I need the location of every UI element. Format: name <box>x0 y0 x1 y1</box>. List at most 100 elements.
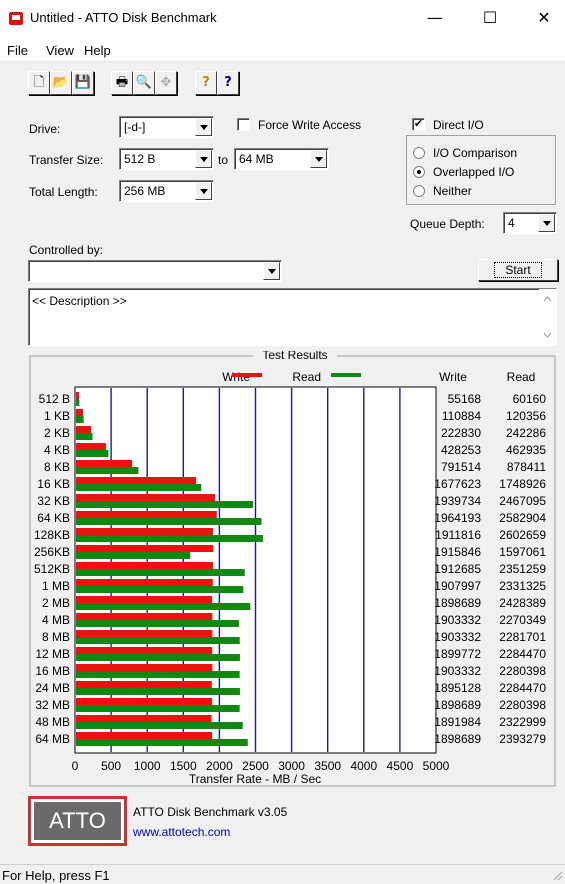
transfer-from-select[interactable]: 512 B <box>119 148 214 170</box>
dropdown-arrow-icon[interactable] <box>195 182 212 200</box>
category-label: 16 MB <box>35 664 70 678</box>
version-text: ATTO Disk Benchmark v3.05 <box>133 805 288 819</box>
read-bar <box>76 552 191 559</box>
context-help-icon[interactable]: ? <box>217 71 239 95</box>
write-bar <box>76 426 92 433</box>
write-value: 1915846 <box>434 545 481 559</box>
controlled-by-select[interactable] <box>28 260 282 282</box>
direct-io-checkbox[interactable]: ✔ <box>412 118 425 131</box>
read-value: 2322999 <box>499 715 546 729</box>
move-icon[interactable]: ✥ <box>155 71 177 95</box>
read-value: 120356 <box>506 409 546 423</box>
x-tick-label: 500 <box>101 759 121 773</box>
x-tick-label: 1000 <box>134 759 161 773</box>
category-label: 512 B <box>39 392 70 406</box>
direct-io-label: Direct I/O <box>433 118 484 132</box>
results-panel: Test Results Write Read Write Read 512 B… <box>28 348 557 789</box>
x-tick-label: 1500 <box>170 759 197 773</box>
new-file-icon[interactable]: 🗋 <box>28 71 50 95</box>
x-tick-label: 4500 <box>387 759 414 773</box>
total-length-select[interactable]: 256 MB <box>119 180 214 202</box>
dropdown-arrow-icon[interactable] <box>195 118 212 136</box>
transfer-to-select[interactable]: 64 MB <box>234 148 329 170</box>
category-label: 48 MB <box>35 715 70 729</box>
read-bar <box>76 688 240 695</box>
scroll-arrows-icon <box>543 296 552 338</box>
description-scrollbar[interactable] <box>539 289 556 345</box>
read-bar <box>76 501 254 508</box>
overlapped-io-label: Overlapped I/O <box>433 165 515 179</box>
dropdown-arrow-icon[interactable] <box>538 214 555 232</box>
menu-view[interactable]: View <box>46 43 74 58</box>
read-bar <box>76 416 84 423</box>
maximize-button[interactable]: ☐ <box>470 6 510 30</box>
read-bar <box>76 399 80 406</box>
write-value: 1898689 <box>434 596 481 610</box>
write-value: 1891984 <box>434 715 481 729</box>
transfer-to-value: 64 MB <box>239 152 274 166</box>
read-value: 2331325 <box>499 579 546 593</box>
drive-label: Drive: <box>29 122 61 136</box>
to-label: to <box>218 153 229 167</box>
read-bar <box>76 620 239 627</box>
category-label: 16 KB <box>37 477 70 491</box>
overlapped-io-radio[interactable] <box>413 166 425 178</box>
write-bar <box>76 528 214 535</box>
dropdown-arrow-icon[interactable] <box>263 262 280 280</box>
write-bar <box>76 392 79 399</box>
write-bar <box>76 494 216 501</box>
read-value: 2280398 <box>499 698 546 712</box>
print-icon[interactable]: 🖶 <box>111 71 133 95</box>
write-value: 1907997 <box>434 579 481 593</box>
menu-file[interactable]: File <box>7 43 28 58</box>
legend-write-swatch <box>232 373 262 377</box>
about-icon[interactable]: ? <box>195 71 217 95</box>
force-write-label: Force Write Access <box>258 118 362 132</box>
x-tick-label: 2000 <box>206 759 233 773</box>
read-bar <box>76 450 109 457</box>
minimize-button[interactable]: — <box>415 6 455 30</box>
print-preview-icon[interactable]: 🔍 <box>133 71 155 95</box>
close-button[interactable]: ✕ <box>524 6 564 30</box>
write-column-header: Write <box>439 370 467 384</box>
read-value: 2284470 <box>499 647 546 661</box>
results-chart: Test Results Write Read Write Read 512 B… <box>29 348 556 787</box>
write-bar <box>76 409 84 416</box>
write-value: 428253 <box>441 443 481 457</box>
atto-logo: ATTO <box>28 796 127 846</box>
website-link[interactable]: www.attotech.com <box>133 825 230 839</box>
queue-depth-select[interactable]: 4 <box>503 212 557 234</box>
category-label: 128KB <box>34 528 70 542</box>
dropdown-arrow-icon[interactable] <box>310 150 327 168</box>
write-bar <box>76 613 213 620</box>
save-icon[interactable]: 💾 <box>72 71 94 95</box>
io-comparison-radio[interactable] <box>413 147 425 159</box>
force-write-checkbox[interactable] <box>237 118 250 131</box>
start-button[interactable]: Start <box>478 259 558 281</box>
write-value: 222830 <box>441 426 481 440</box>
resize-grip-icon[interactable] <box>551 869 563 881</box>
drive-value: [-d-] <box>124 120 146 134</box>
category-label: 8 MB <box>42 630 70 644</box>
read-value: 462935 <box>506 443 546 457</box>
title-bar: Untitled - ATTO Disk Benchmark — ☐ ✕ <box>0 0 565 36</box>
category-label: 64 MB <box>35 732 70 746</box>
read-value: 2270349 <box>499 613 546 627</box>
x-tick-label: 4000 <box>350 759 377 773</box>
read-bar <box>76 722 243 729</box>
category-label: 12 MB <box>35 647 70 661</box>
read-bar <box>76 535 263 542</box>
drive-select[interactable]: [-d-] <box>119 116 214 138</box>
transfer-from-value: 512 B <box>124 152 156 166</box>
neither-radio[interactable] <box>413 185 425 197</box>
write-value: 1964193 <box>434 511 481 525</box>
description-box[interactable]: << Description >> <box>28 288 557 346</box>
read-bar <box>76 671 240 678</box>
open-folder-icon[interactable]: 📂 <box>50 71 72 95</box>
write-value: 1895128 <box>434 681 481 695</box>
read-bar <box>76 569 245 576</box>
io-comparison-label: I/O Comparison <box>433 146 518 160</box>
menu-help[interactable]: Help <box>84 43 111 58</box>
dropdown-arrow-icon[interactable] <box>195 150 212 168</box>
write-value: 1911816 <box>435 528 481 542</box>
